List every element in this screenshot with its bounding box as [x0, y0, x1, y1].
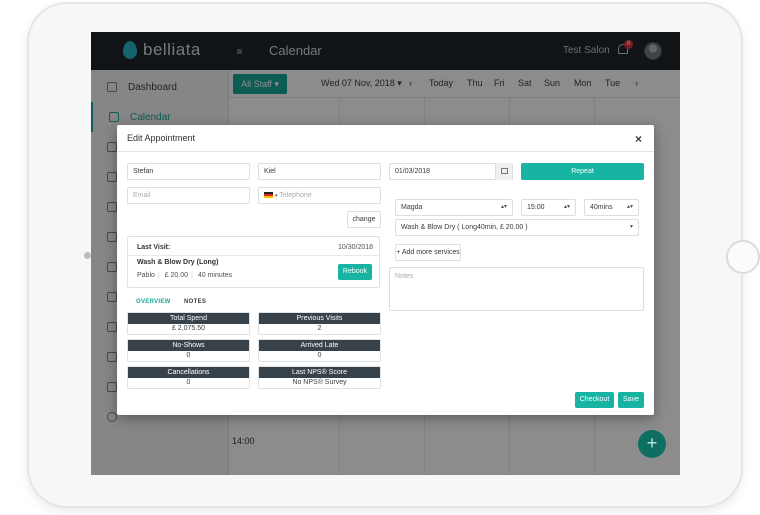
stat-label: Last NPS® Score: [259, 367, 380, 378]
service-value: Wash & Blow Dry ( Long40min, £ 20.00 ): [401, 224, 528, 231]
tab-overview[interactable]: OVERVIEW: [136, 299, 171, 305]
staff-value: Magda: [401, 204, 423, 211]
stat-cancellations: Cancellations 0: [127, 366, 250, 389]
last-visit-meta: Pablo | £ 20.00 | 40 minutes: [137, 272, 233, 279]
stat-value: 0: [186, 379, 191, 386]
stat-value: No NPS® Survey: [292, 379, 347, 386]
stat-label: No-Shows: [128, 340, 249, 351]
germany-flag-icon[interactable]: [264, 192, 273, 199]
tab-notes[interactable]: NOTES: [184, 299, 206, 305]
chevron-down-icon: ▴▾: [626, 204, 633, 210]
last-visit-card: Last Visit: 10/30/2018 Wash & Blow Dry (…: [127, 236, 380, 288]
modal-header: Edit Appointment ×: [117, 125, 654, 152]
first-name-field[interactable]: Stefan: [127, 163, 250, 180]
add-services-button[interactable]: + Add more services: [395, 244, 461, 261]
stat-value: 0: [186, 352, 191, 359]
duration-select[interactable]: 40mins ▴▾: [584, 199, 639, 216]
stat-value: 0: [317, 352, 322, 359]
notes-textarea[interactable]: Notes: [389, 267, 644, 311]
last-name-field[interactable]: Kiel: [258, 163, 381, 180]
chevron-down-icon: ▾: [629, 224, 633, 230]
last-visit-title: Last Visit:: [137, 244, 171, 251]
stat-label: Cancellations: [128, 367, 249, 378]
last-visit-duration: 40 minutes: [197, 272, 233, 279]
stat-value: 2: [317, 325, 322, 332]
home-button: [726, 240, 760, 274]
calendar-icon[interactable]: [495, 163, 512, 180]
duration-value: 40mins: [590, 204, 613, 211]
stat-label: Total Spend: [128, 313, 249, 324]
close-icon[interactable]: ×: [635, 132, 642, 146]
last-visit-staff: Pablo: [137, 272, 155, 279]
checkout-button[interactable]: Checkout: [575, 392, 614, 408]
stat-no-shows: No-Shows 0: [127, 339, 250, 362]
add-appointment-button[interactable]: +: [638, 430, 666, 458]
time-select[interactable]: 15:00 ▴▾: [521, 199, 576, 216]
change-button[interactable]: change: [347, 211, 381, 228]
divider: [128, 255, 379, 256]
repeat-button[interactable]: Repeat: [521, 163, 644, 180]
last-visit-price: £ 20.00: [164, 272, 189, 279]
rebook-button[interactable]: Rebook: [338, 264, 372, 280]
stat-nps-score: Last NPS® Score No NPS® Survey: [258, 366, 381, 389]
edit-appointment-modal: Edit Appointment × Stefan Kiel Email ▾ T…: [117, 125, 654, 415]
time-value: 15:00: [527, 204, 545, 211]
stat-arrived-late: Arrived Late 0: [258, 339, 381, 362]
stat-label: Arrived Late: [259, 340, 380, 351]
modal-title: Edit Appointment: [127, 133, 196, 143]
stat-label: Previous Visits: [259, 313, 380, 324]
staff-select[interactable]: Magda ▴▾: [395, 199, 513, 216]
stat-total-spend: Total Spend £ 2,075.50: [127, 312, 250, 335]
last-visit-service: Wash & Blow Dry (Long): [137, 259, 219, 266]
service-select[interactable]: Wash & Blow Dry ( Long40min, £ 20.00 ) ▾: [395, 219, 639, 236]
chevron-down-icon: ▴▾: [563, 204, 570, 210]
camera-dot: [84, 252, 91, 259]
last-visit-date: 10/30/2018: [338, 244, 374, 251]
save-button[interactable]: Save: [618, 392, 644, 408]
stat-value: £ 2,075.50: [171, 325, 206, 332]
chevron-down-icon: ▴▾: [500, 204, 507, 210]
telephone-field[interactable]: ▾ Telephone: [258, 187, 381, 204]
date-value: 01/03/2018: [395, 168, 431, 175]
email-field[interactable]: Email: [127, 187, 250, 204]
stat-previous-visits: Previous Visits 2: [258, 312, 381, 335]
telephone-placeholder: Telephone: [279, 192, 312, 199]
